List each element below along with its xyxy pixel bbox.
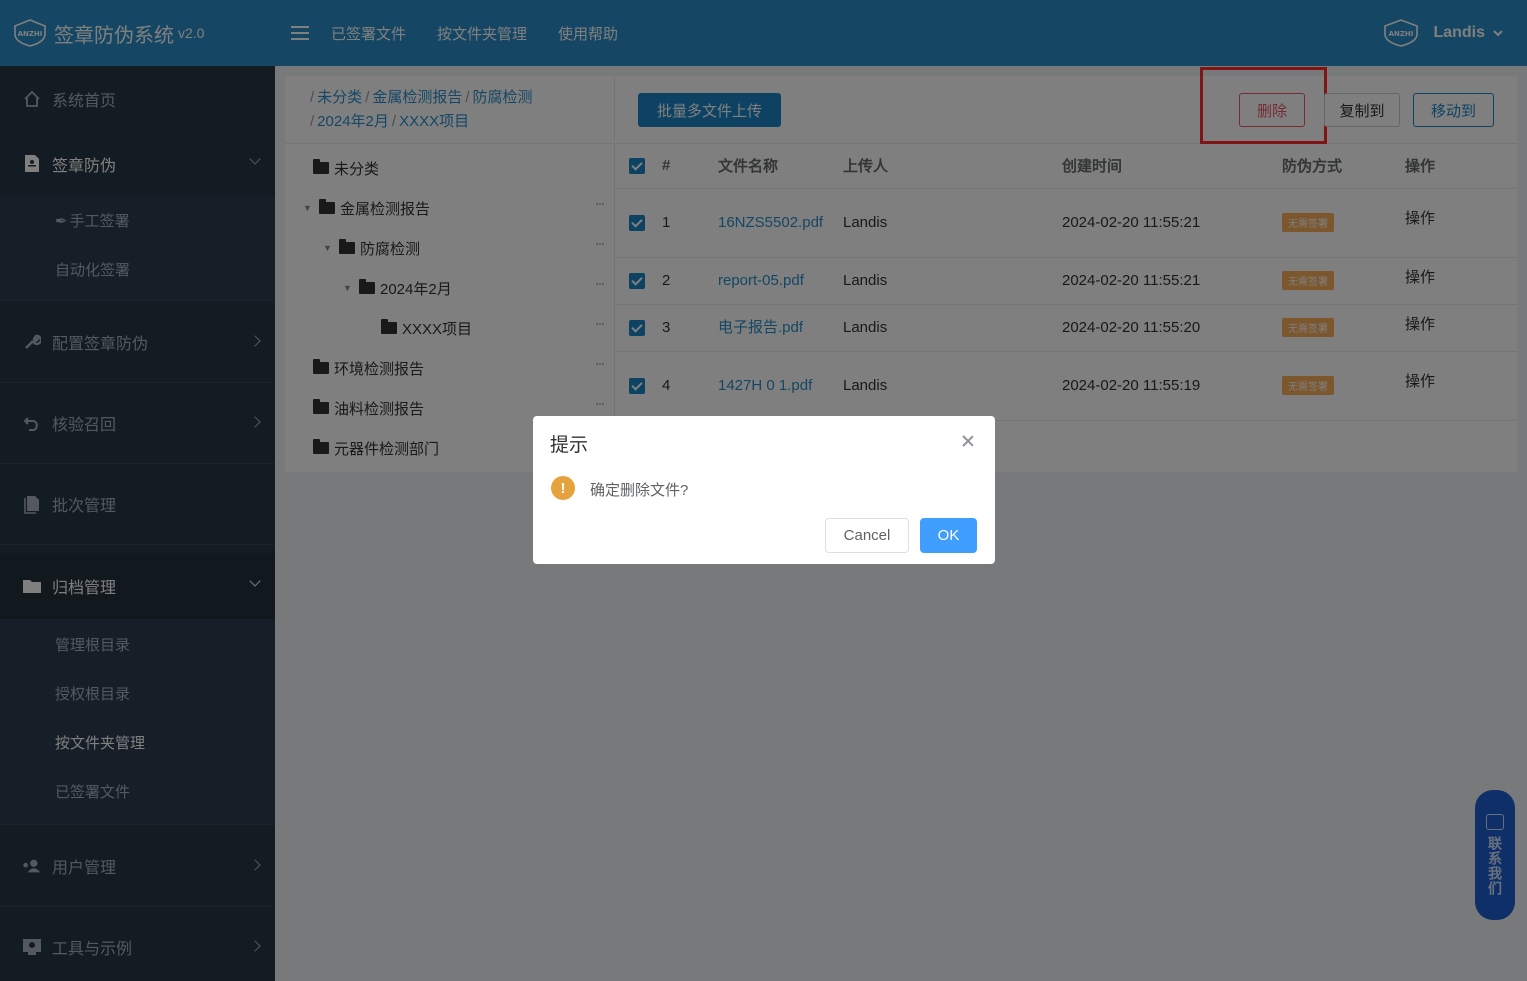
dialog-message: 确定删除文件?: [590, 482, 689, 499]
close-icon[interactable]: [961, 434, 975, 448]
warning-icon: !: [551, 476, 575, 500]
confirm-dialog: 提示 ! 确定删除文件? Cancel OK: [533, 416, 995, 564]
cancel-button[interactable]: Cancel: [825, 518, 909, 553]
dialog-title: 提示: [550, 435, 589, 456]
ok-button[interactable]: OK: [920, 518, 977, 553]
